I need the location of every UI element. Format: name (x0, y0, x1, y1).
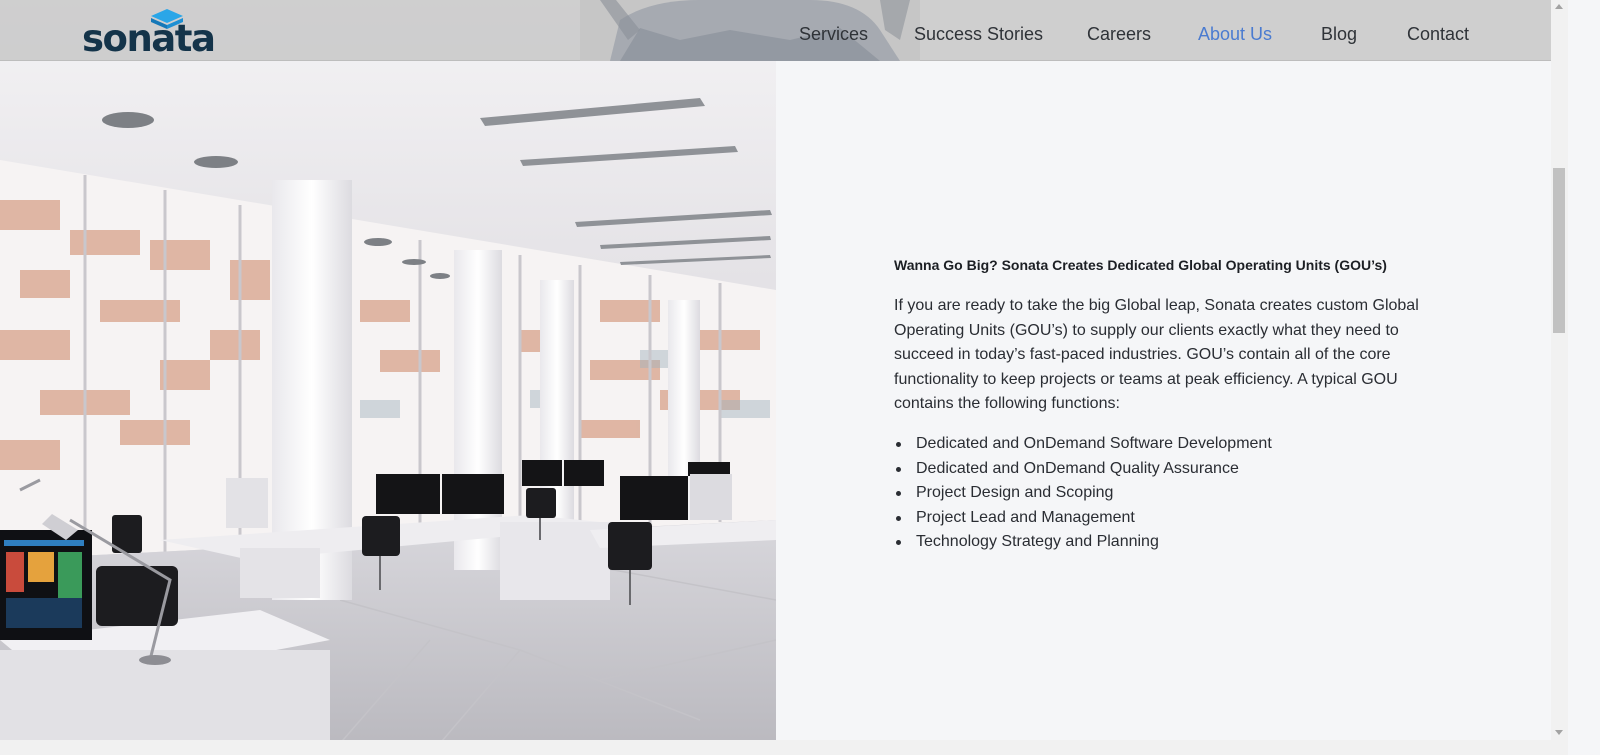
scrollbar-thumb[interactable] (1553, 168, 1565, 333)
scroll-up-arrow-icon[interactable] (1555, 4, 1563, 9)
list-item: Dedicated and OnDemand Quality Assurance (894, 457, 1494, 482)
gou-section: Wanna Go Big? Sonata Creates Dedicated G… (894, 255, 1494, 555)
bullet-icon (896, 491, 901, 497)
nav-about-us[interactable]: About Us (1198, 23, 1272, 45)
bullet-icon (896, 466, 901, 472)
site-header: sonata Services Success Stories Careers … (0, 0, 1551, 61)
section-body: If you are ready to take the big Global … (894, 297, 1419, 413)
nav-careers[interactable]: Careers (1087, 23, 1151, 45)
list-item-label: Dedicated and OnDemand Quality Assurance (916, 459, 1239, 477)
list-item: Technology Strategy and Planning (894, 530, 1494, 555)
list-item: Project Design and Scoping (894, 481, 1494, 506)
nav-blog[interactable]: Blog (1321, 23, 1357, 45)
bottom-edge (0, 740, 1551, 755)
list-item-label: Project Design and Scoping (916, 484, 1114, 502)
bullet-icon (896, 540, 901, 546)
scroll-down-arrow-icon[interactable] (1555, 730, 1563, 735)
feature-list: Dedicated and OnDemand Software Developm… (894, 432, 1494, 555)
list-item: Dedicated and OnDemand Software Developm… (894, 432, 1494, 457)
list-item-label: Technology Strategy and Planning (916, 533, 1159, 551)
nav-contact[interactable]: Contact (1407, 23, 1469, 45)
list-item: Project Lead and Management (894, 506, 1494, 531)
list-item-label: Dedicated and OnDemand Software Developm… (916, 434, 1272, 452)
bullet-icon (896, 515, 901, 521)
list-item-label: Project Lead and Management (916, 508, 1135, 526)
bullet-icon (896, 441, 901, 447)
vertical-scrollbar[interactable] (1551, 0, 1568, 755)
main-nav: Services Success Stories Careers About U… (0, 23, 1551, 47)
nav-services[interactable]: Services (799, 23, 868, 45)
nav-success-stories[interactable]: Success Stories (914, 23, 1043, 45)
office-interior-image (0, 0, 776, 755)
section-title: Wanna Go Big? Sonata Creates Dedicated G… (894, 257, 1387, 273)
